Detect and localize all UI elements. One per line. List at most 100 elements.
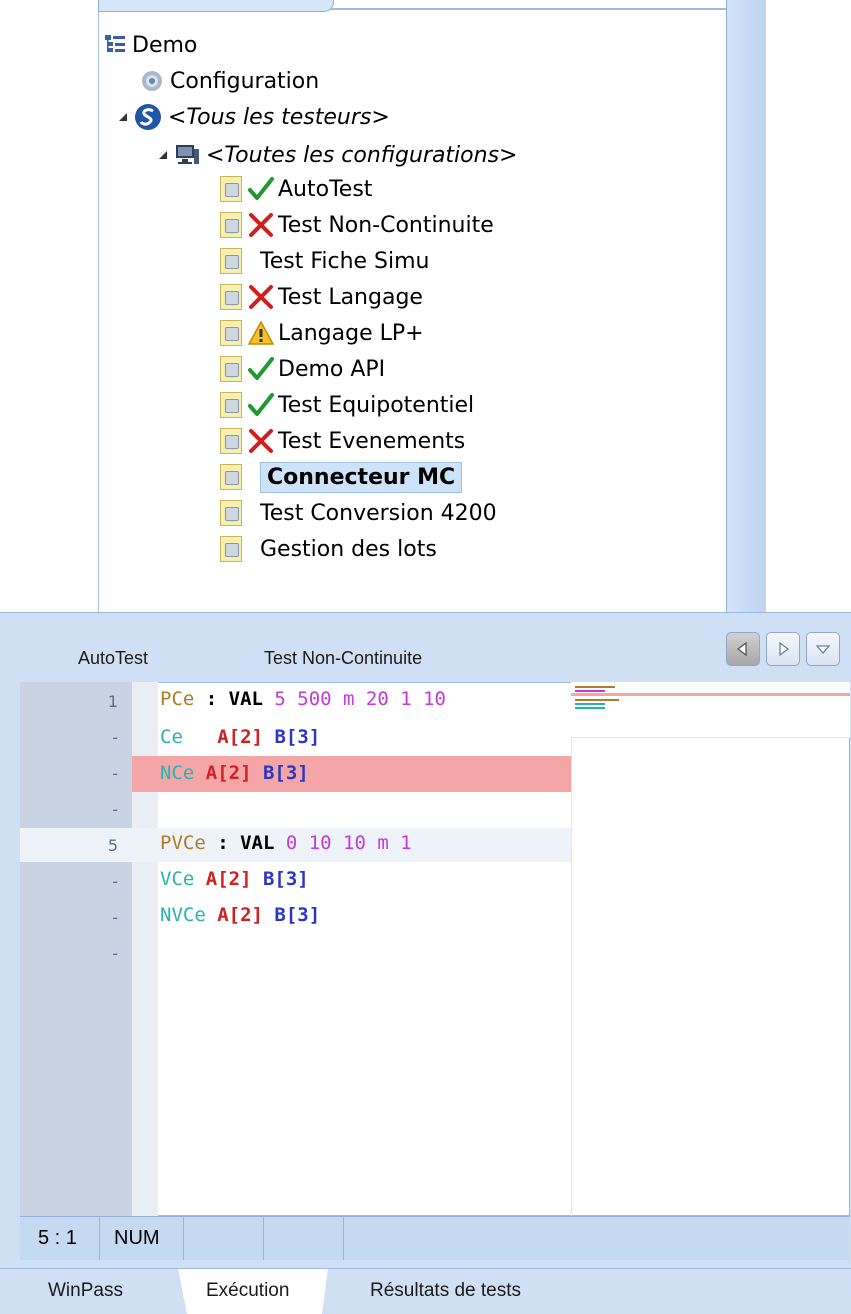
code-token-a: A[2] (217, 726, 263, 748)
collapse-triangle-icon[interactable] (116, 110, 130, 124)
tree-icon (104, 34, 126, 56)
test-document-icon (220, 428, 242, 454)
tab-resultats[interactable]: Résultats de tests (370, 1280, 521, 1302)
cross-icon (246, 426, 276, 456)
project-panel-tab[interactable] (98, 0, 334, 12)
tree-item-label: Connecteur MC (260, 461, 463, 493)
code-token-a: A[2] (205, 762, 252, 784)
minimap-separator (571, 682, 572, 1216)
test-document-icon (220, 284, 242, 310)
tree-item-test[interactable]: Gestion des lots (220, 532, 437, 566)
s-logo-icon (134, 103, 162, 131)
panel-frame (726, 0, 766, 612)
status-cell (264, 1216, 344, 1260)
collapse-triangle-icon[interactable] (156, 148, 170, 162)
tab-execution[interactable]: Exécution (206, 1280, 289, 1302)
scroll-tabs-right-button[interactable] (766, 632, 800, 666)
warning-icon (246, 318, 276, 348)
tree-item-label: Demo API (278, 356, 386, 382)
tree-item-label: Gestion des lots (260, 536, 437, 562)
test-document-icon (220, 392, 242, 418)
tree-node-configurations[interactable]: <Toutes les configurations> (156, 138, 517, 172)
code-token-b: B[3] (274, 904, 321, 926)
test-document-icon (220, 320, 242, 346)
tree-node-label: Demo (132, 32, 198, 58)
chevron-down-icon (815, 645, 831, 654)
check-icon (246, 354, 276, 384)
code-token-op: : VAL (194, 688, 275, 710)
tree-node-label: <Toutes les configurations> (206, 142, 518, 168)
code-token-b: B[3] (262, 762, 309, 784)
tree-node-label: <Tous les testeurs> (168, 104, 390, 130)
test-document-icon (220, 500, 242, 526)
tree-item-test[interactable]: Test Equipotentiel (220, 388, 474, 422)
test-document-icon (220, 356, 242, 382)
code-line[interactable]: PCe : VAL 5 500 m 20 1 10 (160, 682, 446, 716)
num-lock-indicator: NUM (100, 1216, 184, 1260)
line-number: 5 (107, 836, 118, 855)
code-token-op: : VAL (205, 832, 286, 854)
test-document-icon (220, 464, 242, 490)
code-token-name: Ce (160, 726, 206, 748)
line-number: - (112, 944, 118, 963)
code-token-name: PVCe (160, 832, 206, 854)
gear-icon (140, 69, 164, 93)
tree-item-test[interactable]: Test Evenements (220, 424, 465, 458)
tree-item-test[interactable]: Test Non-Continuite (220, 208, 494, 242)
chevron-left-icon (736, 641, 747, 657)
code-line[interactable]: Ce A[2] B[3] (160, 720, 320, 754)
computer-icon (174, 143, 200, 167)
tree-item-test[interactable]: Connecteur MC (220, 460, 463, 494)
tree-item-label: Test Fiche Simu (260, 248, 430, 274)
cursor-position: 5 : 1 (20, 1216, 100, 1260)
code-token-name: VCe (160, 868, 206, 890)
line-number: - (112, 764, 118, 783)
scroll-tabs-left-button[interactable] (726, 632, 760, 666)
line-number: - (112, 908, 118, 927)
code-line[interactable]: NVCe A[2] B[3] (160, 898, 320, 932)
tree-item-label: Test Conversion 4200 (260, 500, 497, 526)
tree-node-configuration[interactable]: Configuration (140, 64, 319, 98)
code-token-b: B[3] (274, 726, 321, 748)
code-minimap[interactable] (571, 682, 850, 738)
line-number: 1 (107, 692, 118, 711)
test-document-icon (220, 536, 242, 562)
tree-item-test[interactable]: Test Conversion 4200 (220, 496, 497, 530)
test-document-icon (220, 212, 242, 238)
code-token-name: PCe (160, 688, 195, 710)
tab-autotest[interactable]: AutoTest (78, 648, 148, 669)
code-line[interactable]: NCe A[2] B[3] (160, 756, 309, 790)
check-icon (246, 390, 276, 420)
code-line[interactable]: VCe A[2] B[3] (160, 862, 309, 896)
code-token-values: 0 10 10 m 1 (285, 832, 412, 854)
tree-item-test[interactable]: AutoTest (220, 172, 372, 206)
code-line[interactable]: PVCe : VAL 0 10 10 m 1 (160, 826, 412, 860)
tree-item-label: Test Evenements (278, 428, 466, 454)
tree-node-testers[interactable]: <Tous les testeurs> (116, 100, 390, 134)
line-number: - (112, 728, 118, 747)
code-token-a: A[2] (205, 868, 252, 890)
line-number: - (112, 800, 118, 819)
tab-list-dropdown-button[interactable] (806, 632, 840, 666)
test-document-icon (220, 176, 242, 202)
tree-node-root[interactable]: Demo (104, 28, 197, 62)
tree-item-test[interactable]: Test Langage (220, 280, 423, 314)
cross-icon (246, 210, 276, 240)
code-token-name: NVCe (160, 904, 218, 926)
code-token-values: 5 500 m 20 1 10 (274, 688, 446, 710)
tree-item-test[interactable]: Demo API (220, 352, 385, 386)
tab-winpass[interactable]: WinPass (48, 1280, 123, 1302)
cross-icon (246, 282, 276, 312)
status-cell (184, 1216, 264, 1260)
tree-item-test[interactable]: Test Fiche Simu (220, 244, 430, 278)
tab-test-non-continuite[interactable]: Test Non-Continuite (264, 648, 422, 669)
tree-item-label: Test Langage (278, 284, 423, 310)
panel-border (330, 8, 727, 10)
code-token-a: A[2] (217, 904, 263, 926)
tree-item-label: Test Equipotentiel (278, 392, 475, 418)
tree-item-test[interactable]: Langage LP+ (220, 316, 424, 350)
code-token-name: NCe (160, 762, 206, 784)
tree-item-label: Test Non-Continuite (278, 212, 494, 238)
line-number: - (112, 872, 118, 891)
code-token-b: B[3] (262, 868, 309, 890)
